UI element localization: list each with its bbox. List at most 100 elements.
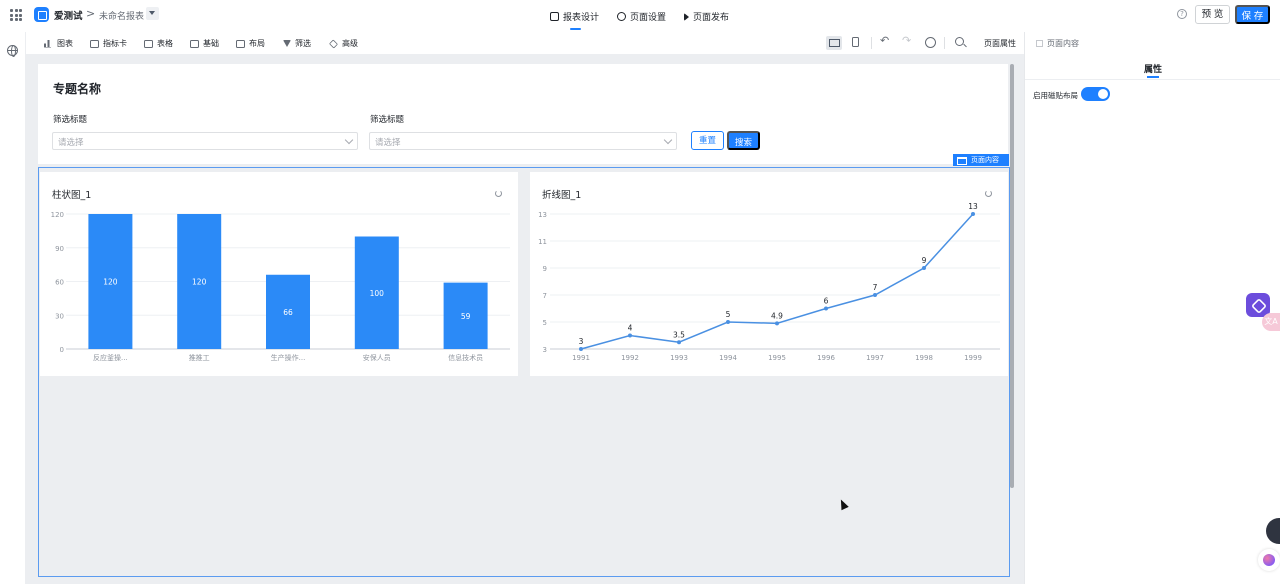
toolbar-label: 基础 xyxy=(203,39,219,48)
tab-label: 报表设计 xyxy=(563,13,600,23)
help-icon[interactable]: ? xyxy=(1177,9,1187,19)
y-tick-label: 13 xyxy=(538,211,547,219)
save-button[interactable]: 保 存 xyxy=(1235,5,1270,24)
data-point xyxy=(922,266,926,270)
basic-icon xyxy=(190,39,199,48)
select-placeholder: 请选择 xyxy=(375,138,401,148)
filter-select[interactable]: 请选择 xyxy=(369,132,677,150)
data-point xyxy=(677,340,681,345)
tab-page-publish[interactable]: 页面发布 xyxy=(684,10,729,23)
toolbar-divider xyxy=(944,37,945,49)
undo-icon[interactable]: ↶ xyxy=(880,34,889,47)
preview-button[interactable]: 预 览 xyxy=(1195,5,1230,24)
y-tick-label: 11 xyxy=(538,238,547,246)
tab-report-design[interactable]: 报表设计 xyxy=(550,10,600,30)
layers-icon xyxy=(328,38,339,49)
toolbar-label: 高级 xyxy=(342,39,358,48)
data-point xyxy=(971,212,975,216)
report-dropdown-button[interactable] xyxy=(146,7,159,20)
bar-chart-card[interactable]: 柱状图_1 0 30 60 90 120 120 反应釜操... 120 推推工 66 生产操作..… xyxy=(40,172,518,376)
magnet-layout-toggle[interactable] xyxy=(1081,87,1110,101)
line-chart: 3 5 7 9 11 13 3 1991 4 1992 3.5 1993 5 1994 4.9 1995 6 19… xyxy=(538,202,1000,362)
x-tick-label: 安保人员 xyxy=(363,353,391,362)
send-icon xyxy=(684,12,690,21)
toolbar-label: 图表 xyxy=(57,39,73,48)
reset-button[interactable]: 重置 xyxy=(691,131,724,150)
data-label: 6 xyxy=(824,297,829,306)
data-label: 3.5 xyxy=(673,330,685,339)
page-content-tab[interactable]: 页面内容 xyxy=(1036,38,1079,49)
apps-grid-icon[interactable] xyxy=(10,9,22,21)
toolbar-layout[interactable]: 布局 xyxy=(236,38,265,49)
data-label: 4.9 xyxy=(771,311,783,320)
mobile-view-icon[interactable] xyxy=(852,37,859,47)
page-properties-button[interactable]: 页面属性 xyxy=(984,38,1016,49)
toolbar-table[interactable]: 表格 xyxy=(144,38,173,49)
line-chart-card[interactable]: 折线图_1 3 5 7 9 11 13 3 1991 4 1992 3.5 1993 5 1994 4.9 1… xyxy=(530,172,1008,376)
chevron-down-icon xyxy=(663,135,673,145)
x-tick-label: 1996 xyxy=(817,354,835,362)
tab-label: 页面内容 xyxy=(1047,39,1079,48)
breadcrumb-separator: > xyxy=(86,7,96,20)
x-tick-label: 生产操作... xyxy=(271,353,306,362)
x-tick-label: 1998 xyxy=(915,354,933,362)
bar-value-label: 120 xyxy=(103,278,118,287)
y-tick-label: 60 xyxy=(55,279,64,287)
data-label: 4 xyxy=(628,324,633,333)
app-name[interactable]: 爱测试 xyxy=(54,8,83,22)
tab-properties[interactable]: 属性 xyxy=(1144,62,1162,75)
table-icon xyxy=(144,39,153,48)
active-tab-indicator xyxy=(1147,76,1159,78)
y-tick-label: 7 xyxy=(543,292,547,300)
data-label: 5 xyxy=(726,310,731,319)
bar-value-label: 100 xyxy=(370,289,385,298)
top-bar: 爱测试 > 未命名报表 报表设计 页面设置 页面发布 ? 预 览 保 存 xyxy=(0,0,1280,32)
x-tick-label: 1999 xyxy=(964,354,982,362)
metric-card-icon xyxy=(90,39,99,48)
data-label: 13 xyxy=(968,202,978,211)
left-rail xyxy=(0,32,26,584)
desktop-view-icon[interactable] xyxy=(826,36,842,50)
x-tick-label: 推推工 xyxy=(189,353,210,362)
data-point xyxy=(726,320,730,324)
bar-chart-icon xyxy=(44,39,52,48)
tab-label: 页面设置 xyxy=(630,13,667,23)
report-design-icon xyxy=(550,12,559,21)
page-content-tag[interactable]: 页面内容 xyxy=(953,154,1009,166)
toolbar-filter[interactable]: 筛选 xyxy=(283,38,311,49)
data-point xyxy=(628,333,632,338)
bar-value-label: 66 xyxy=(283,308,293,317)
chevron-down-icon xyxy=(344,135,354,145)
globe-icon[interactable] xyxy=(7,45,18,57)
canvas-scrollbar[interactable] xyxy=(1010,64,1014,488)
toolbar-advanced[interactable]: 高级 xyxy=(328,38,358,49)
search-button[interactable]: 搜索 xyxy=(727,131,760,150)
data-label: 3 xyxy=(579,337,584,346)
y-tick-label: 30 xyxy=(55,312,64,320)
translate-icon[interactable]: 文A xyxy=(1262,313,1280,331)
filter-select[interactable]: 请选择 xyxy=(52,132,358,150)
x-tick-label: 1991 xyxy=(572,354,590,362)
data-point xyxy=(873,293,877,297)
x-tick-label: 1995 xyxy=(768,354,786,362)
y-tick-label: 9 xyxy=(543,265,547,273)
toolbar-label: 表格 xyxy=(157,39,173,48)
report-name[interactable]: 未命名报表 xyxy=(99,9,144,22)
component-toolbar: 图表 指标卡 表格 基础 布局 筛选 高级 ↶ ↷ 页面属性 xyxy=(26,32,1024,54)
ai-assistant-icon[interactable] xyxy=(1258,549,1280,571)
x-tick-label: 1992 xyxy=(621,354,639,362)
search-icon[interactable] xyxy=(955,37,964,46)
toolbar-chart[interactable]: 图表 xyxy=(44,38,73,49)
divider xyxy=(1025,79,1280,80)
toolbar-metric-card[interactable]: 指标卡 xyxy=(90,38,127,49)
tab-page-settings[interactable]: 页面设置 xyxy=(617,10,666,23)
x-tick-label: 1994 xyxy=(719,354,737,362)
data-label: 9 xyxy=(922,256,927,265)
filter-card[interactable]: 专题名称 筛选标题 请选择 筛选标题 请选择 重置 搜索 xyxy=(38,64,1008,164)
x-tick-label: 1993 xyxy=(670,354,688,362)
toolbar-basic[interactable]: 基础 xyxy=(190,38,219,49)
bar-value-label: 120 xyxy=(192,278,207,287)
history-icon[interactable] xyxy=(925,37,936,48)
redo-icon[interactable]: ↷ xyxy=(902,34,911,47)
layout-icon xyxy=(236,39,245,48)
